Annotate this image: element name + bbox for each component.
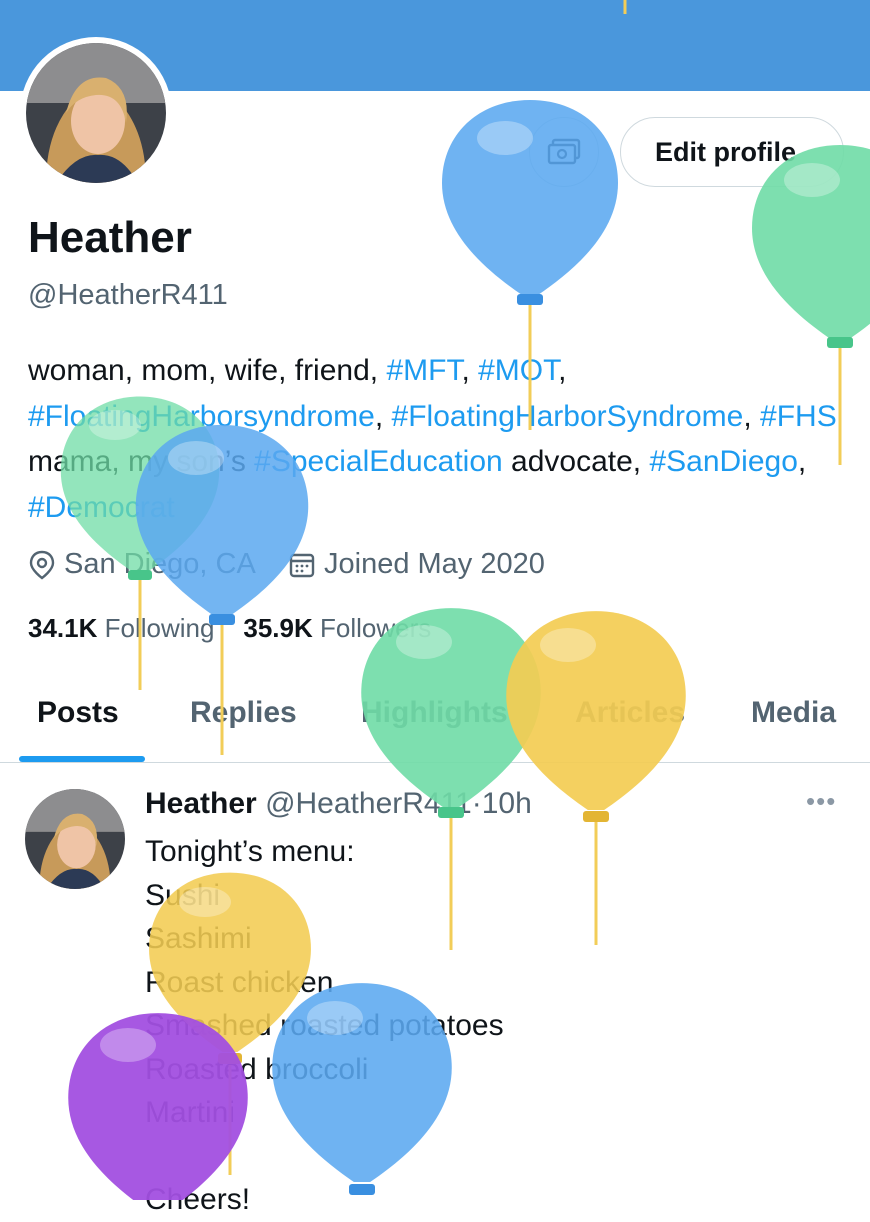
- calendar-icon: [289, 553, 315, 577]
- bio-hashtag-link[interactable]: #FloatingHarborsyndrome: [28, 400, 375, 433]
- tab-replies[interactable]: Replies: [190, 696, 297, 730]
- money-icon: [547, 138, 581, 165]
- bio-text: ,: [797, 445, 807, 478]
- followers-link[interactable]: 35.9K Followers: [243, 613, 431, 643]
- bio-hashtag-link[interactable]: #MFT: [386, 354, 461, 387]
- bio-text: mama, my son’s: [28, 445, 255, 478]
- profile-joined: Joined May 2020: [288, 548, 545, 581]
- bio-hashtag-link[interactable]: #Democrat: [28, 491, 175, 524]
- bio-hashtag-link[interactable]: #MOT: [478, 354, 558, 387]
- bio-hashtag-link[interactable]: #SpecialEducation: [254, 445, 503, 478]
- tabs-divider: [0, 762, 870, 763]
- post-text: Tonight’s menu: Sushi Sashimi Roast chic…: [145, 830, 504, 1222]
- location-text: San Diego, CA: [64, 548, 256, 580]
- post-author-name[interactable]: Heather: [145, 787, 257, 820]
- more-dots-icon[interactable]: •••: [806, 786, 836, 817]
- edit-profile-button[interactable]: Edit profile: [620, 117, 844, 187]
- profile-name: Heather: [28, 213, 192, 262]
- post-separator: ·: [471, 787, 482, 820]
- post-line: Tonight’s menu:: [145, 835, 355, 868]
- bio-text: ,: [558, 354, 567, 387]
- post-avatar[interactable]: [25, 789, 125, 889]
- bio-text: ,: [374, 399, 392, 433]
- bio-hashtag-link[interactable]: #SanDiego: [649, 445, 797, 478]
- post-author-handle[interactable]: @HeatherR411: [265, 787, 472, 820]
- subscribe-button[interactable]: [529, 117, 599, 187]
- bio-text: ,: [461, 354, 479, 387]
- bio-text: advocate,: [502, 445, 650, 478]
- bio-hashtag-link[interactable]: #FloatingHarborSyndrome: [392, 400, 744, 433]
- post-time[interactable]: 10h: [482, 787, 532, 820]
- post-line: Sashimi: [145, 922, 252, 955]
- post-line: Sushi: [145, 878, 221, 912]
- follow-counts: 34.1K Following 35.9K Followers: [28, 613, 431, 644]
- avatar-photo: [26, 43, 166, 183]
- post-line: [145, 1135, 504, 1179]
- profile-tabs: Posts Replies Highlights Articles Media: [0, 680, 870, 762]
- profile-handle: @HeatherR411: [28, 279, 228, 311]
- post-line: Roasted broccoli: [145, 1052, 369, 1086]
- tab-media[interactable]: Media: [751, 696, 836, 730]
- balloon-yellow-middle: [506, 611, 686, 945]
- bio-text: woman, mom, wife, friend,: [28, 354, 387, 387]
- following-link[interactable]: 34.1K Following: [28, 613, 214, 643]
- joined-text: Joined May 2020: [324, 548, 545, 580]
- tab-highlights[interactable]: Highlights: [361, 696, 508, 730]
- tab-articles[interactable]: Articles: [575, 696, 685, 730]
- profile-avatar[interactable]: [20, 37, 172, 189]
- profile-location: San Diego, CA: [28, 548, 256, 581]
- avatar-photo: [25, 789, 125, 889]
- profile-bio: woman, mom, wife, friend, #MFT, #MOT, #F…: [28, 348, 858, 530]
- post-line: Roast chicken: [145, 965, 334, 999]
- tab-posts[interactable]: Posts: [37, 696, 119, 730]
- post-line: Martini: [145, 1096, 236, 1129]
- bio-text: ,: [743, 399, 761, 433]
- post-line: Smashed roasted potatoes: [145, 1009, 504, 1042]
- location-pin-icon: [29, 550, 55, 579]
- bio-hashtag-link[interactable]: #FHS: [760, 400, 837, 433]
- post-header: Heather @HeatherR411·10h: [145, 787, 532, 821]
